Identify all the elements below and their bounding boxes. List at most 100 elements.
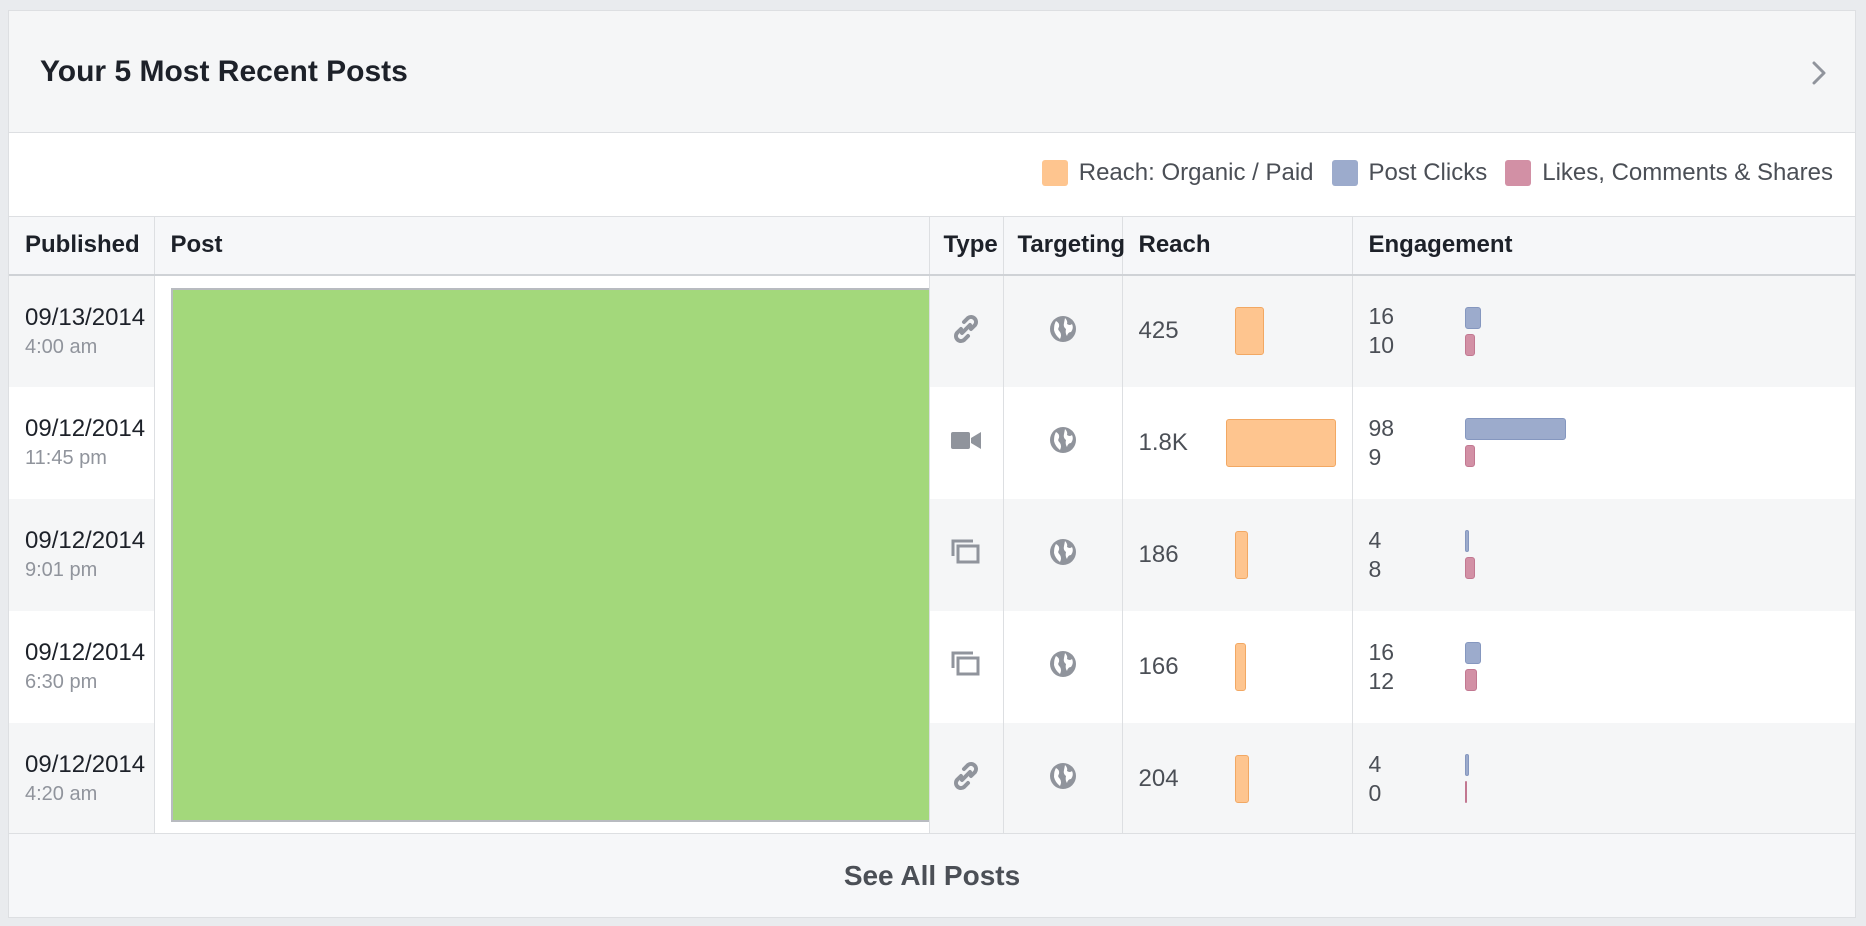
globe-icon — [1049, 427, 1077, 458]
post-clicks-bar — [1464, 530, 1469, 552]
targeting-cell — [1002, 610, 1122, 723]
type-cell — [928, 386, 1003, 499]
engagement-cell: 16 12 — [1351, 610, 1855, 723]
column-header-targeting[interactable]: Targeting — [1002, 216, 1125, 276]
posts-table: Published Post Type Targeting Reach Enga… — [9, 216, 1855, 835]
published-cell: 09/12/2014 11:45 pm — [9, 386, 154, 499]
globe-icon — [1049, 315, 1077, 347]
targeting-cell — [1002, 274, 1122, 387]
legend-label-post-clicks: Post Clicks — [1368, 159, 1488, 186]
published-cell: 09/12/2014 4:20 am — [9, 722, 154, 835]
column-header-engagement[interactable]: Engagement — [1351, 216, 1855, 276]
chevron-right-icon[interactable] — [1801, 55, 1837, 91]
type-cell — [928, 610, 1003, 723]
reach-cell: 186 — [1121, 498, 1352, 611]
column-header-reach[interactable]: Reach — [1121, 216, 1352, 276]
chart-legend: Reach: Organic / Paid Post Clicks Likes,… — [1041, 159, 1833, 187]
engagement-cell: 98 9 — [1351, 386, 1855, 499]
legend-swatch-reach — [1041, 160, 1068, 186]
legend-item-post-clicks: Post Clicks — [1331, 159, 1488, 187]
likes-comments-shares-value: 10 — [1368, 332, 1395, 358]
likes-comments-shares-bar — [1464, 445, 1475, 467]
post-clicks-bar — [1464, 642, 1481, 664]
post-clicks-value: 16 — [1368, 303, 1395, 329]
reach-value: 166 — [1138, 652, 1179, 680]
photo-album-icon — [950, 539, 982, 572]
published-date: 09/13/2014 — [25, 303, 146, 331]
legend-swatch-post-clicks — [1331, 160, 1358, 186]
reach-bar — [1225, 418, 1336, 467]
published-date: 09/12/2014 — [25, 527, 146, 554]
link-icon — [950, 762, 982, 796]
see-all-posts-button[interactable]: See All Posts — [9, 833, 1855, 917]
likes-comments-shares-value: 0 — [1368, 779, 1382, 806]
engagement-cell: 48 — [1351, 498, 1855, 611]
legend-swatch-engagement — [1505, 160, 1532, 186]
reach-bar — [1234, 754, 1249, 803]
engagement-cell: 16 10 — [1351, 274, 1855, 387]
likes-comments-shares-bar — [1464, 333, 1475, 356]
card-header: Your 5 Most Recent Posts — [9, 11, 1855, 133]
targeting-cell — [1002, 386, 1122, 499]
reach-cell: 425 — [1121, 274, 1352, 387]
reach-bar — [1234, 307, 1264, 355]
type-cell — [928, 498, 1003, 611]
legend-item-reach: Reach: Organic / Paid — [1041, 159, 1314, 187]
published-time: 6:30 pm — [25, 671, 98, 693]
column-header-published[interactable]: Published — [9, 216, 154, 276]
targeting-cell — [1002, 498, 1122, 611]
likes-comments-shares-bar — [1464, 669, 1477, 691]
column-header-post[interactable]: Post — [153, 216, 929, 276]
published-time: 4:00 am — [25, 335, 98, 358]
reach-value: 425 — [1138, 317, 1179, 344]
table-header-row: Published Post Type Targeting Reach Enga… — [9, 216, 1855, 276]
reach-value: 1.8K — [1138, 428, 1188, 456]
table-row[interactable]: 09/13/2014 4:00 am 425 16 10 — [9, 274, 1855, 835]
reach-cell: 166 — [1121, 610, 1352, 723]
likes-comments-shares-bar — [1464, 557, 1475, 579]
engagement-cell: 40 — [1351, 722, 1855, 835]
video-icon — [950, 432, 982, 460]
post-clicks-bar — [1464, 306, 1481, 329]
published-cell: 09/13/2014 4:00 am — [9, 274, 154, 387]
reach-value: 204 — [1138, 764, 1179, 792]
reach-value: 186 — [1138, 540, 1179, 568]
globe-icon — [1049, 651, 1077, 682]
post-cell[interactable] — [153, 274, 1065, 835]
post-clicks-value: 4 — [1368, 526, 1382, 553]
legend-item-engagement: Likes, Comments & Shares — [1505, 159, 1833, 187]
type-cell — [928, 274, 1003, 387]
globe-icon — [1049, 539, 1077, 570]
reach-bar — [1234, 530, 1248, 579]
legend-label-reach: Reach: Organic / Paid — [1078, 159, 1314, 186]
recent-posts-card: Your 5 Most Recent Posts Reach: Organic … — [8, 10, 1856, 918]
type-cell — [928, 722, 1003, 835]
reach-bar — [1234, 642, 1246, 691]
published-cell: 09/12/2014 9:01 pm — [9, 498, 154, 611]
card-title: Your 5 Most Recent Posts — [40, 55, 408, 88]
published-cell: 09/12/2014 6:30 pm — [9, 610, 154, 723]
likes-comments-shares-value: 9 — [1368, 443, 1382, 470]
likes-comments-shares-value: 8 — [1368, 555, 1382, 582]
published-time: 11:45 pm — [25, 447, 107, 469]
link-icon — [950, 314, 982, 349]
column-header-type[interactable]: Type — [928, 216, 1003, 276]
likes-comments-shares-bar — [1464, 781, 1467, 803]
photo-album-icon — [950, 651, 982, 684]
published-date: 09/12/2014 — [25, 751, 146, 778]
published-time: 4:20 am — [25, 783, 98, 805]
post-clicks-bar — [1464, 418, 1566, 440]
published-date: 09/12/2014 — [25, 639, 146, 666]
targeting-cell — [1002, 722, 1122, 835]
likes-comments-shares-value: 12 — [1368, 667, 1395, 694]
post-clicks-value: 4 — [1368, 750, 1382, 777]
reach-cell: 1.8K — [1121, 386, 1352, 499]
published-time: 9:01 pm — [25, 559, 98, 581]
reach-cell: 204 — [1121, 722, 1352, 835]
post-clicks-bar — [1464, 754, 1469, 776]
post-clicks-value: 16 — [1368, 638, 1395, 665]
legend-label-engagement: Likes, Comments & Shares — [1542, 159, 1833, 186]
globe-icon — [1049, 763, 1077, 794]
post-clicks-value: 98 — [1368, 414, 1395, 441]
published-date: 09/12/2014 — [25, 415, 146, 442]
